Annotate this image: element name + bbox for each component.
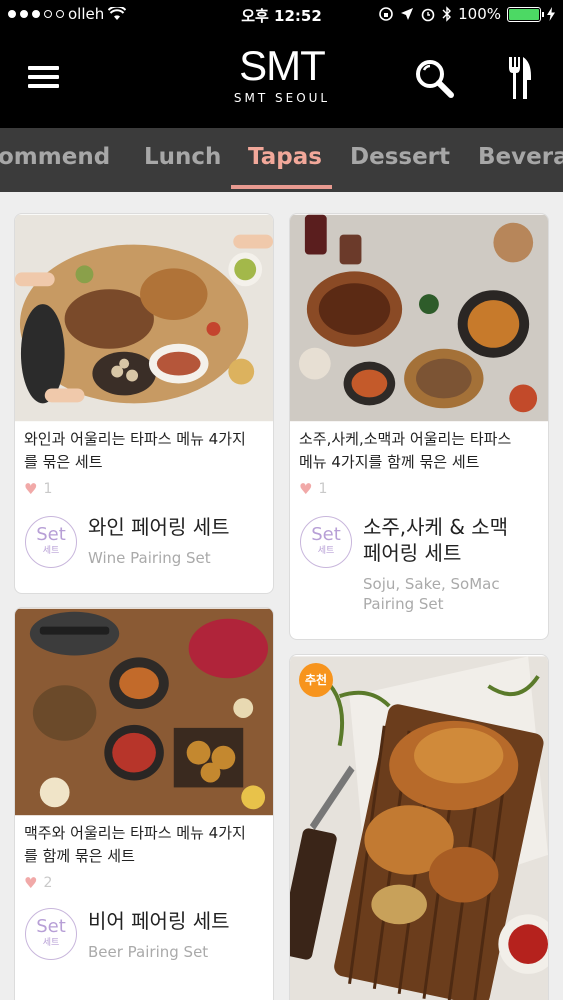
rotation-lock-icon — [379, 7, 393, 21]
alarm-icon — [421, 8, 435, 22]
tab-tapas[interactable]: Tapas — [248, 144, 322, 170]
menu-card-wine[interactable]: 와인과 어울리는 타파스 메뉴 4가지 를 묶은 세트 ♥ 1 Set 세트 와… — [14, 213, 274, 594]
badge-sublabel: 세트 — [42, 546, 60, 556]
menu-description: 맥주와 어울리는 타파스 메뉴 4가지 를 함께 묶은 세트 — [24, 822, 246, 868]
set-badge: Set 세트 — [25, 908, 77, 960]
menu-english-name-line: Soju, Sake, SoMac — [363, 575, 500, 593]
charging-icon — [547, 7, 555, 21]
description-line: 소주,사케,소맥과 어울리는 타파스 — [299, 430, 512, 448]
recommended-badge: 추천 — [299, 663, 333, 697]
badge-sublabel: 세트 — [42, 938, 60, 948]
like-count[interactable]: ♥ 2 — [24, 874, 52, 892]
food-photo — [15, 214, 273, 422]
tab-dessert[interactable]: Dessert — [350, 144, 450, 170]
menu-name: 와인 페어링 세트 — [88, 515, 230, 539]
tab-recommend[interactable]: ommend — [0, 144, 110, 170]
tab-lunch[interactable]: Lunch — [144, 144, 221, 170]
bluetooth-icon — [442, 6, 452, 22]
menu-description: 와인과 어울리는 타파스 메뉴 4가지 를 묶은 세트 — [24, 428, 246, 474]
menu-name: 소주,사케 & 소맥 페어링 세트 — [363, 514, 508, 566]
like-number: 1 — [43, 481, 53, 497]
menu-english-name: Beer Pairing Set — [88, 943, 209, 961]
battery-level — [509, 8, 539, 20]
description-line: 맥주와 어울리는 타파스 메뉴 4가지 — [24, 824, 246, 842]
set-badge: Set 세트 — [300, 516, 352, 568]
app-logo[interactable]: SMT SMT SEOUL — [220, 42, 344, 106]
like-count[interactable]: ♥ 1 — [24, 480, 52, 498]
description-line: 와인과 어울리는 타파스 메뉴 4가지 — [24, 430, 246, 448]
menu-card-recommended[interactable]: 추천 — [289, 654, 549, 1000]
menu-name: 비어 페어링 세트 — [88, 909, 230, 933]
active-tab-indicator — [231, 185, 332, 189]
description-line: 를 묶은 세트 — [24, 453, 103, 471]
like-count[interactable]: ♥ 1 — [299, 480, 327, 498]
tab-beverage[interactable]: Beverag — [478, 144, 563, 170]
app-header: SMT SMT SEOUL — [0, 30, 563, 128]
fork-knife-icon[interactable] — [508, 56, 532, 100]
badge-label: Set — [36, 916, 66, 937]
logo-subtitle: SMT SEOUL — [233, 91, 331, 105]
heart-icon: ♥ — [24, 874, 38, 892]
category-tabs: ommend Lunch Tapas Dessert Beverag — [0, 128, 563, 192]
description-line: 메뉴 4가지를 함께 묶은 세트 — [299, 453, 480, 471]
heart-icon: ♥ — [24, 480, 38, 498]
menu-english-name: Wine Pairing Set — [88, 549, 211, 567]
badge-label: Set — [36, 524, 66, 545]
food-photo — [290, 214, 548, 422]
badge-label: Set — [311, 524, 341, 545]
battery-percent: 100% — [458, 5, 501, 23]
like-number: 2 — [43, 875, 53, 891]
menu-english-name: Soju, Sake, SoMac Pairing Set — [363, 574, 500, 614]
description-line: 를 함께 묶은 세트 — [24, 847, 135, 865]
status-right: 100% — [378, 5, 555, 23]
like-number: 1 — [318, 481, 328, 497]
menu-card-soju[interactable]: 소주,사케,소맥과 어울리는 타파스 메뉴 4가지를 함께 묶은 세트 ♥ 1 … — [289, 213, 549, 640]
hamburger-menu-icon[interactable] — [28, 66, 59, 88]
set-badge: Set 세트 — [25, 516, 77, 568]
search-icon[interactable] — [414, 58, 454, 98]
menu-description: 소주,사케,소맥과 어울리는 타파스 메뉴 4가지를 함께 묶은 세트 — [299, 428, 511, 474]
badge-sublabel: 세트 — [317, 546, 335, 556]
heart-icon: ♥ — [299, 480, 313, 498]
battery-icon — [507, 6, 544, 22]
food-photo — [15, 608, 273, 816]
menu-card-beer[interactable]: 맥주와 어울리는 타파스 메뉴 4가지 를 함께 묶은 세트 ♥ 2 Set 세… — [14, 607, 274, 1000]
menu-english-name-line: Pairing Set — [363, 595, 444, 613]
food-photo — [290, 656, 548, 1000]
menu-name-line: 페어링 세트 — [363, 541, 462, 565]
status-bar: olleh 오후 12:52 100% — [0, 0, 563, 30]
menu-name-line: 소주,사케 & 소맥 — [363, 515, 509, 539]
location-icon — [401, 8, 414, 20]
logo-mark: SMT — [239, 42, 326, 89]
